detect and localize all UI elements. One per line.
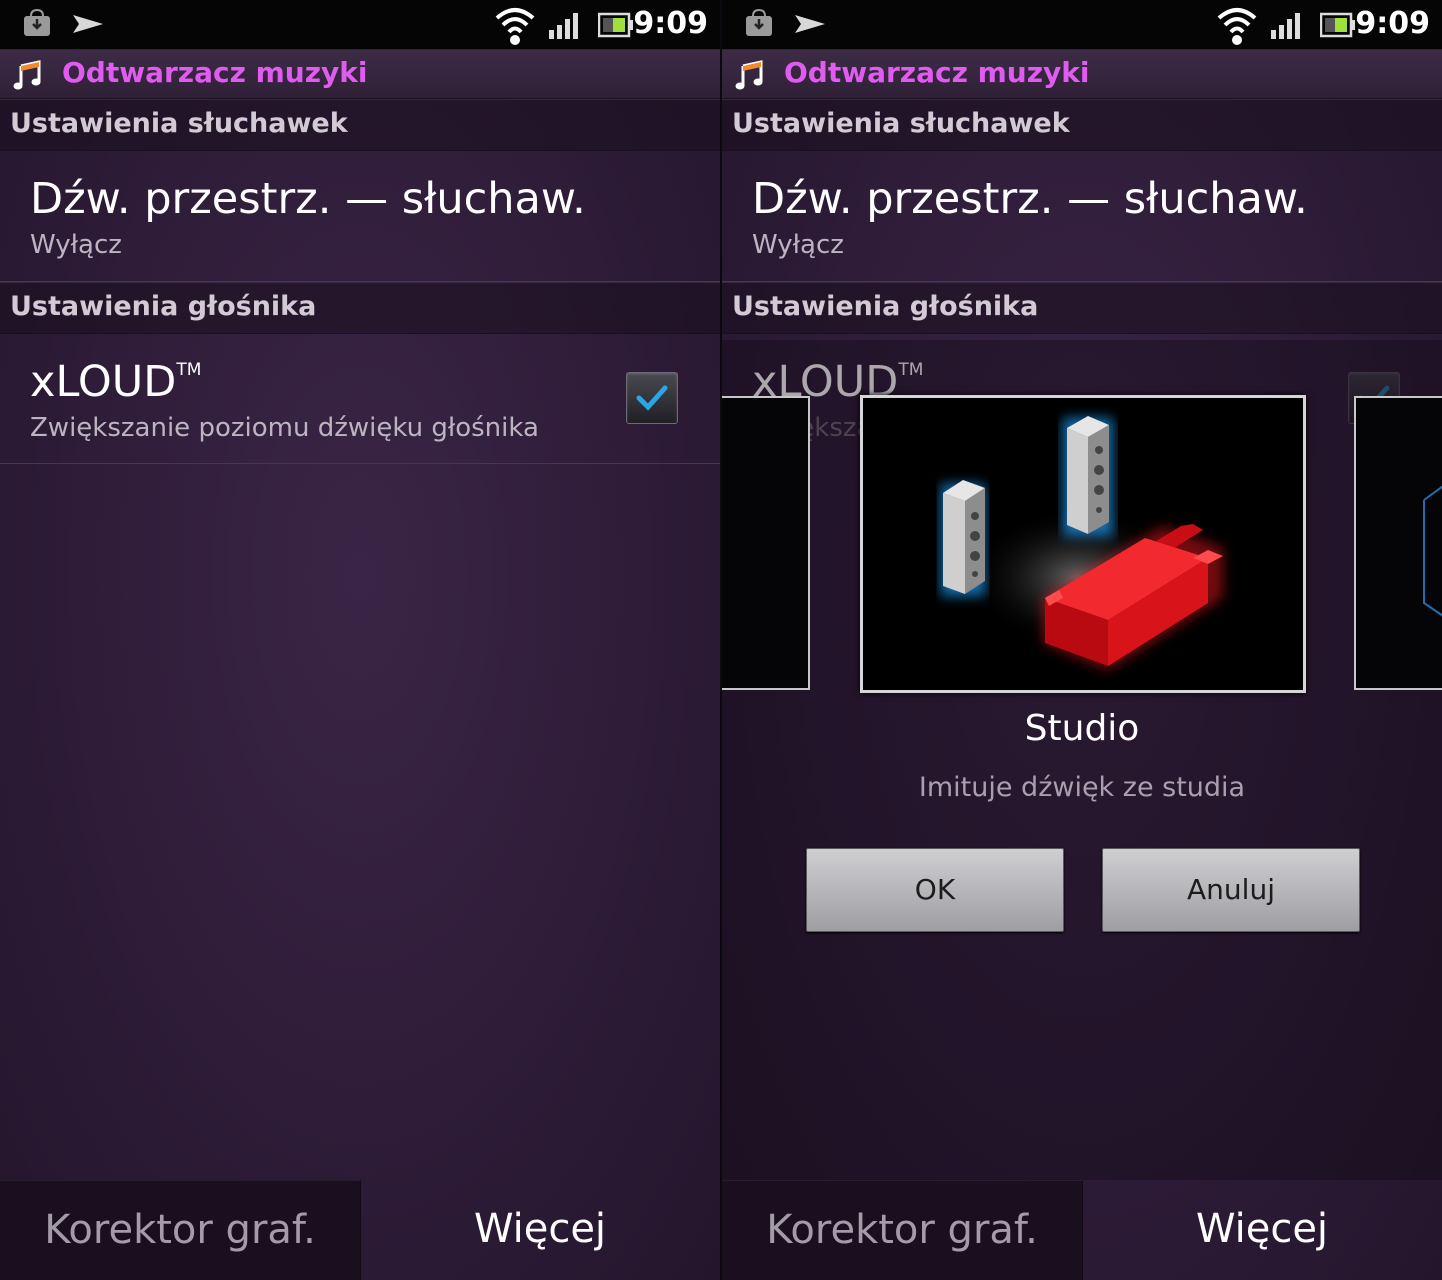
clock: 9:09 (1355, 6, 1430, 41)
setting-value: Wyłącz (30, 230, 122, 260)
more-button[interactable]: Więcej (1082, 1180, 1442, 1280)
section-header-headphones: Ustawienia słuchawek (0, 99, 720, 151)
music-note-icon (13, 60, 41, 90)
surround-mode-screen: 9:09 Odtwarzacz muzyki Ustawienia słucha… (722, 0, 1442, 1280)
wifi-icon (495, 8, 535, 45)
more-label: Więcej (473, 1206, 607, 1252)
room-outline-icon (1423, 485, 1442, 617)
play-icon (795, 15, 825, 33)
cancel-label: Anuluj (1187, 873, 1275, 906)
more-label: Więcej (1195, 1206, 1329, 1252)
section-title: Ustawienia głośnika (732, 291, 1039, 322)
wifi-icon (1217, 8, 1257, 45)
setting-title: Dźw. przestrz. — słuchaw. (30, 174, 586, 224)
equalizer-button[interactable]: Korektor graf. (0, 1180, 361, 1280)
signal-icon (1271, 13, 1300, 39)
section-title: Ustawienia słuchawek (10, 108, 348, 139)
app-title-bar: Odtwarzacz muzyki (0, 50, 720, 99)
cancel-button[interactable]: Anuluj (1102, 848, 1360, 932)
download-icon (24, 8, 50, 36)
clock: 9:09 (633, 6, 708, 41)
equalizer-label: Korektor graf. (44, 1207, 316, 1253)
surround-setting[interactable]: Dźw. przestrz. — słuchaw. Wyłącz (722, 150, 1442, 282)
status-bar: 9:09 (0, 0, 720, 50)
surround-setting[interactable]: Dźw. przestrz. — słuchaw. Wyłącz (0, 150, 720, 282)
battery-icon (598, 12, 633, 38)
speaker-left-icon (941, 480, 985, 596)
section-title: Ustawienia słuchawek (732, 108, 1070, 139)
ok-button[interactable]: OK (806, 848, 1064, 932)
more-button[interactable]: Więcej (360, 1180, 720, 1280)
status-bar: 9:09 (722, 0, 1442, 50)
section-title: Ustawienia głośnika (10, 291, 317, 322)
carousel-card-studio[interactable] (860, 395, 1306, 693)
setting-value: Wyłącz (752, 230, 844, 260)
settings-screen: 9:09 Odtwarzacz muzyki Ustawienia słucha… (0, 0, 720, 1280)
section-header-headphones: Ustawienia słuchawek (722, 99, 1442, 151)
ok-label: OK (914, 873, 956, 906)
app-title: Odtwarzacz muzyki (62, 56, 368, 89)
equalizer-button[interactable]: Korektor graf. (722, 1180, 1083, 1280)
setting-title: xLOUDTM (30, 357, 202, 407)
signal-icon (549, 13, 578, 39)
xloud-setting[interactable]: xLOUDTM Zwiększanie poziomu dźwięku głoś… (0, 333, 720, 464)
speaker-right-icon (1063, 416, 1113, 536)
carousel-card-next[interactable] (1354, 396, 1442, 690)
mode-description: Imituje dźwięk ze studia (918, 772, 1246, 803)
setting-title: Dźw. przestrz. — słuchaw. (752, 174, 1308, 224)
mode-name: Studio (1024, 708, 1140, 749)
studio-illustration (941, 416, 1223, 670)
battery-icon (1320, 12, 1355, 38)
app-title: Odtwarzacz muzyki (784, 56, 1090, 89)
xloud-checkbox[interactable] (626, 372, 678, 424)
setting-description: Zwiększanie poziomu dźwięku głośnika (30, 413, 539, 443)
app-title-bar: Odtwarzacz muzyki (722, 50, 1442, 99)
play-icon (73, 15, 103, 33)
section-header-speaker: Ustawienia głośnika (0, 282, 720, 334)
music-note-icon (735, 60, 763, 90)
carousel-card-previous[interactable] (722, 396, 810, 690)
section-header-speaker: Ustawienia głośnika (722, 282, 1442, 334)
equalizer-label: Korektor graf. (766, 1207, 1038, 1253)
checkmark-icon (636, 385, 668, 411)
download-icon (746, 8, 772, 36)
